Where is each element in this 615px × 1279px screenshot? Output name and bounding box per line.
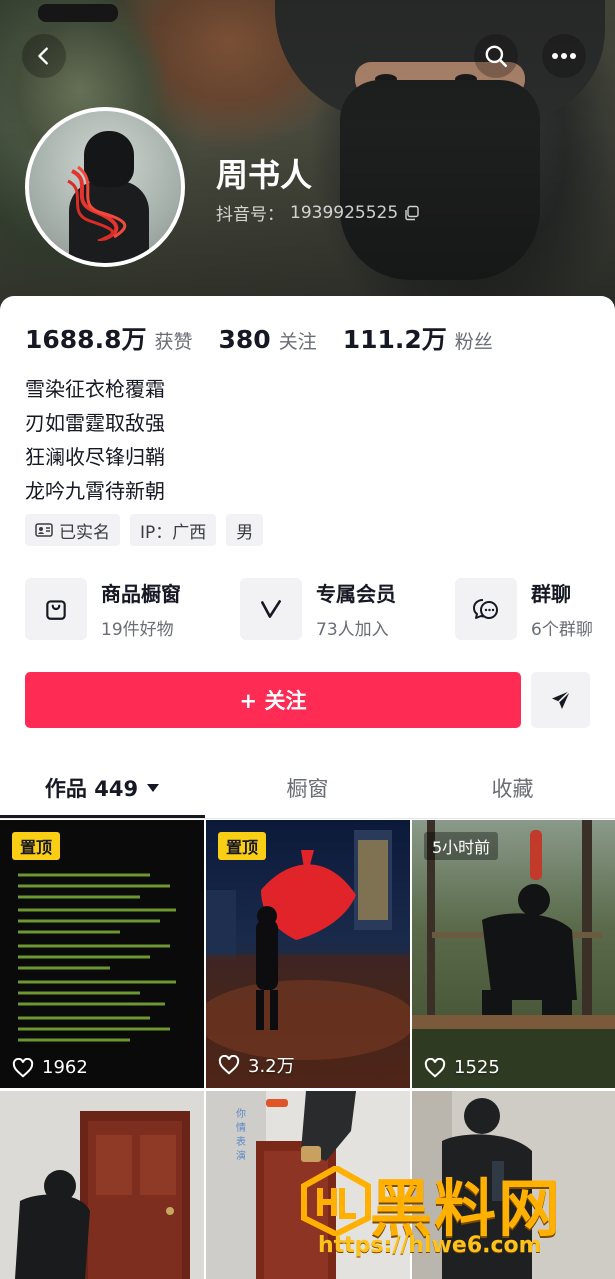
tab-works[interactable]: 作品 449: [0, 760, 205, 816]
copy-icon[interactable]: [404, 205, 420, 221]
night-scene: [206, 830, 410, 1088]
feature-group-chat[interactable]: 群聊 6个群聊: [455, 576, 593, 642]
search-button[interactable]: [474, 34, 518, 78]
svg-text:你: 你: [236, 1107, 246, 1120]
stats-row: 1688.8万 获赞 380 关注 111.2万 粉丝: [25, 320, 519, 356]
svg-text:演: 演: [236, 1149, 246, 1162]
douyin-id-value: 1939925525: [290, 202, 399, 223]
avatar-red-rope: [67, 165, 127, 241]
timestamp-badge: 5小时前: [424, 832, 499, 860]
tab-divider: [0, 818, 615, 819]
tab-showcase[interactable]: 橱窗: [205, 760, 410, 816]
following-label[interactable]: 关注: [279, 327, 317, 354]
send-icon: [551, 690, 571, 709]
followers-count[interactable]: 111.2万: [343, 320, 447, 356]
video-thumbnail[interactable]: 置顶 1962: [0, 820, 204, 1088]
more-dots-icon: [552, 53, 576, 59]
avatar[interactable]: [25, 107, 185, 267]
bio-line: 龙吟九霄待新朝: [25, 479, 165, 503]
tab-favorites-label: 收藏: [491, 777, 534, 801]
verified-label: 已实名: [59, 522, 110, 543]
content-tabs: 作品 449 橱窗 收藏: [0, 760, 615, 816]
pinned-badge: 置顶: [12, 832, 61, 860]
svg-text:情: 情: [236, 1121, 246, 1134]
profile-tags: 已实名 IP：广西 男: [25, 514, 264, 546]
follow-button[interactable]: + 关注: [25, 672, 521, 728]
feature-title: 商品橱窗: [101, 582, 181, 606]
video-thumbnail[interactable]: [0, 1091, 204, 1279]
feature-subtitle: 73人加入: [316, 620, 389, 640]
douyin-id-label: 抖音号：: [216, 205, 284, 225]
tab-works-label: 作品 449: [44, 777, 139, 801]
chat-bubble-icon: [455, 578, 517, 640]
heart-icon: [424, 1057, 446, 1077]
caret-down-icon: [147, 784, 160, 792]
like-count: 1962: [12, 1057, 88, 1078]
verified-tag: 已实名: [25, 514, 120, 546]
search-icon: [485, 45, 508, 68]
id-card-icon: [35, 523, 53, 537]
douyin-id[interactable]: 抖音号： 1939925525: [216, 200, 420, 225]
forest-scene: [412, 820, 615, 1088]
feature-title: 专属会员: [316, 582, 396, 606]
watermark-logo: [301, 1166, 371, 1236]
video-thumbnail[interactable]: 5小时前 1525: [412, 820, 615, 1088]
bio-line: 雪染征衣枪覆霜: [25, 377, 165, 401]
tab-favorites[interactable]: 收藏: [410, 760, 615, 816]
svg-text:表: 表: [236, 1135, 246, 1148]
like-count-value: 3.2万: [248, 1056, 295, 1077]
following-count[interactable]: 380: [219, 325, 271, 354]
v-member-icon: [240, 578, 302, 640]
more-button[interactable]: [542, 34, 586, 78]
ip-tag: IP：广西: [130, 514, 217, 546]
watermark-url: https://hlwe6.com: [318, 1233, 542, 1258]
bio: 雪染征衣枪覆霜 刃如雷霆取敌强 狂澜收尽锋归鞘 龙吟九霄待新朝: [25, 372, 165, 508]
like-count: 3.2万: [218, 1052, 295, 1078]
feature-shop-window[interactable]: 商品橱窗 19件好物: [25, 576, 181, 642]
like-count-value: 1525: [454, 1057, 500, 1078]
bio-line: 狂澜收尽锋归鞘: [25, 445, 165, 469]
video-thumbnail[interactable]: 置顶 3.2万: [206, 820, 410, 1088]
likes-label: 获赞: [154, 331, 193, 353]
back-button[interactable]: [22, 34, 66, 78]
ip-label: IP：广西: [140, 522, 207, 543]
likes-count: 1688.8万: [25, 325, 147, 354]
pinned-badge: 置顶: [218, 832, 267, 860]
like-count-value: 1962: [42, 1057, 88, 1078]
gender-label: 男: [236, 522, 254, 543]
followers-label[interactable]: 粉丝: [455, 327, 493, 354]
profile-name: 周书人: [216, 156, 313, 194]
share-button[interactable]: [531, 672, 590, 728]
door-scene: [15, 1111, 190, 1279]
feature-subtitle: 19件好物: [101, 620, 174, 640]
gender-tag: 男: [226, 514, 264, 546]
feature-membership[interactable]: 专属会员 73人加入: [240, 576, 396, 642]
bio-line: 刃如雷霆取敌强: [25, 411, 165, 435]
like-count: 1525: [424, 1057, 500, 1078]
tab-showcase-label: 橱窗: [286, 777, 329, 801]
heart-icon: [218, 1055, 240, 1075]
shopping-bag-icon: [25, 578, 87, 640]
chevron-left-icon: [38, 47, 48, 65]
text-screenshot-lines: [18, 873, 176, 1042]
heart-icon: [12, 1057, 34, 1077]
feature-subtitle: 6个群聊: [531, 620, 593, 640]
feature-title: 群聊: [531, 582, 571, 606]
